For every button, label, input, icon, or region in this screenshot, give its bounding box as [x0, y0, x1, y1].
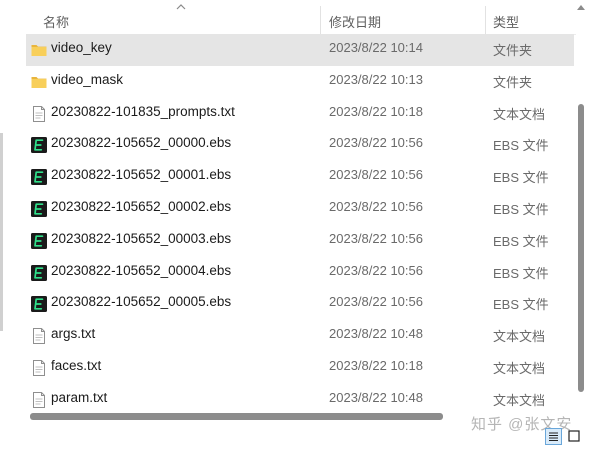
file-name: video_key — [51, 40, 112, 55]
file-date-modified: 2023/8/22 10:56 — [329, 167, 423, 183]
file-name: 20230822-105652_00005.ebs — [51, 294, 232, 310]
file-type: 文本文档 — [493, 329, 546, 345]
file-type: EBS 文件 — [493, 233, 549, 249]
text-file-icon — [30, 327, 48, 345]
file-date-modified: 2023/8/22 10:14 — [329, 40, 423, 55]
file-list: video_key 2023/8/22 10:14 文件夹 video_mask 202… — [26, 34, 576, 416]
file-row[interactable]: faces.txt 2023/8/22 10:18 文本文档 — [26, 352, 574, 384]
file-type: 文件夹 — [493, 74, 533, 90]
file-explorer-window: 名称 修改日期 类型 video_key 2023/8/22 10:14 文件夹 vi… — [0, 0, 600, 449]
file-type: 文本文档 — [493, 106, 546, 122]
file-date-modified: 2023/8/22 10:48 — [329, 326, 423, 342]
file-name: 20230822-101835_prompts.txt — [51, 103, 235, 119]
file-type: EBS 文件 — [493, 201, 549, 217]
column-header-name[interactable]: 名称 — [43, 12, 69, 31]
column-header-date-modified[interactable]: 修改日期 — [329, 12, 381, 31]
file-name: 20230822-105652_00004.ebs — [51, 262, 232, 278]
file-row[interactable]: 20230822-105652_00004.ebs 2023/8/22 10:56… — [26, 257, 574, 289]
folder-icon — [30, 41, 48, 59]
text-file-icon — [30, 359, 48, 377]
file-row[interactable]: video_mask 2023/8/22 10:13 文件夹 — [26, 66, 574, 98]
file-date-modified: 2023/8/22 10:13 — [329, 71, 423, 87]
vertical-scrollbar-thumb[interactable] — [578, 104, 584, 392]
details-view-button[interactable] — [545, 428, 562, 445]
file-row[interactable]: 20230822-105652_00001.ebs 2023/8/22 10:56… — [26, 161, 574, 193]
file-row[interactable]: 20230822-105652_00005.ebs 2023/8/22 10:56… — [26, 288, 574, 320]
file-name: 20230822-105652_00001.ebs — [51, 167, 232, 183]
file-row[interactable]: 20230822-105652_00003.ebs 2023/8/22 10:56… — [26, 225, 574, 257]
file-type: 文本文档 — [493, 392, 546, 408]
ebs-file-icon — [30, 232, 48, 250]
text-file-icon — [30, 391, 48, 409]
file-date-modified: 2023/8/22 10:56 — [329, 294, 423, 310]
file-name: 20230822-105652_00002.ebs — [51, 198, 232, 214]
tiles-view-button[interactable] — [566, 428, 583, 445]
column-header-bar: 名称 修改日期 类型 — [26, 0, 576, 35]
file-name: faces.txt — [51, 357, 102, 373]
column-header-type[interactable]: 类型 — [493, 12, 519, 31]
file-row[interactable]: 20230822-101835_prompts.txt 2023/8/22 10:… — [26, 98, 574, 130]
ebs-file-icon — [30, 200, 48, 218]
file-date-modified: 2023/8/22 10:56 — [329, 262, 423, 278]
pane-edge — [0, 133, 3, 331]
file-row[interactable]: param.txt 2023/8/22 10:48 文本文档 — [26, 384, 574, 416]
file-row[interactable]: video_key 2023/8/22 10:14 文件夹 — [26, 34, 574, 66]
horizontal-scrollbar-thumb[interactable] — [30, 413, 443, 420]
file-row[interactable]: 20230822-105652_00002.ebs 2023/8/22 10:56… — [26, 193, 574, 225]
file-type: EBS 文件 — [493, 170, 549, 186]
file-name: args.txt — [51, 326, 96, 342]
file-date-modified: 2023/8/22 10:18 — [329, 357, 423, 373]
ebs-file-icon — [30, 264, 48, 282]
file-date-modified: 2023/8/22 10:18 — [329, 103, 423, 119]
file-name: param.txt — [51, 389, 108, 405]
file-row[interactable]: 20230822-105652_00000.ebs 2023/8/22 10:56… — [26, 129, 574, 161]
sort-ascending-icon — [176, 4, 186, 10]
tiles-view-icon — [568, 430, 580, 442]
text-file-icon — [30, 105, 48, 123]
file-name: 20230822-105652_00000.ebs — [51, 135, 232, 151]
file-type: EBS 文件 — [493, 297, 549, 313]
file-row[interactable]: args.txt 2023/8/22 10:48 文本文档 — [26, 320, 574, 352]
ebs-file-icon — [30, 295, 48, 313]
file-date-modified: 2023/8/22 10:56 — [329, 198, 423, 214]
file-date-modified: 2023/8/22 10:56 — [329, 135, 423, 151]
ebs-file-icon — [30, 136, 48, 154]
file-type: 文本文档 — [493, 360, 546, 376]
file-name: 20230822-105652_00003.ebs — [51, 230, 232, 246]
file-type: EBS 文件 — [493, 265, 549, 281]
scroll-up-icon[interactable] — [577, 4, 585, 10]
folder-icon — [30, 73, 48, 91]
file-name: video_mask — [51, 71, 124, 87]
file-type: EBS 文件 — [493, 138, 549, 154]
column-divider[interactable] — [320, 6, 321, 34]
file-date-modified: 2023/8/22 10:56 — [329, 230, 423, 246]
column-divider[interactable] — [485, 6, 486, 34]
ebs-file-icon — [30, 168, 48, 186]
file-date-modified: 2023/8/22 10:48 — [329, 389, 423, 405]
details-view-icon — [549, 432, 558, 441]
file-type: 文件夹 — [493, 43, 533, 58]
